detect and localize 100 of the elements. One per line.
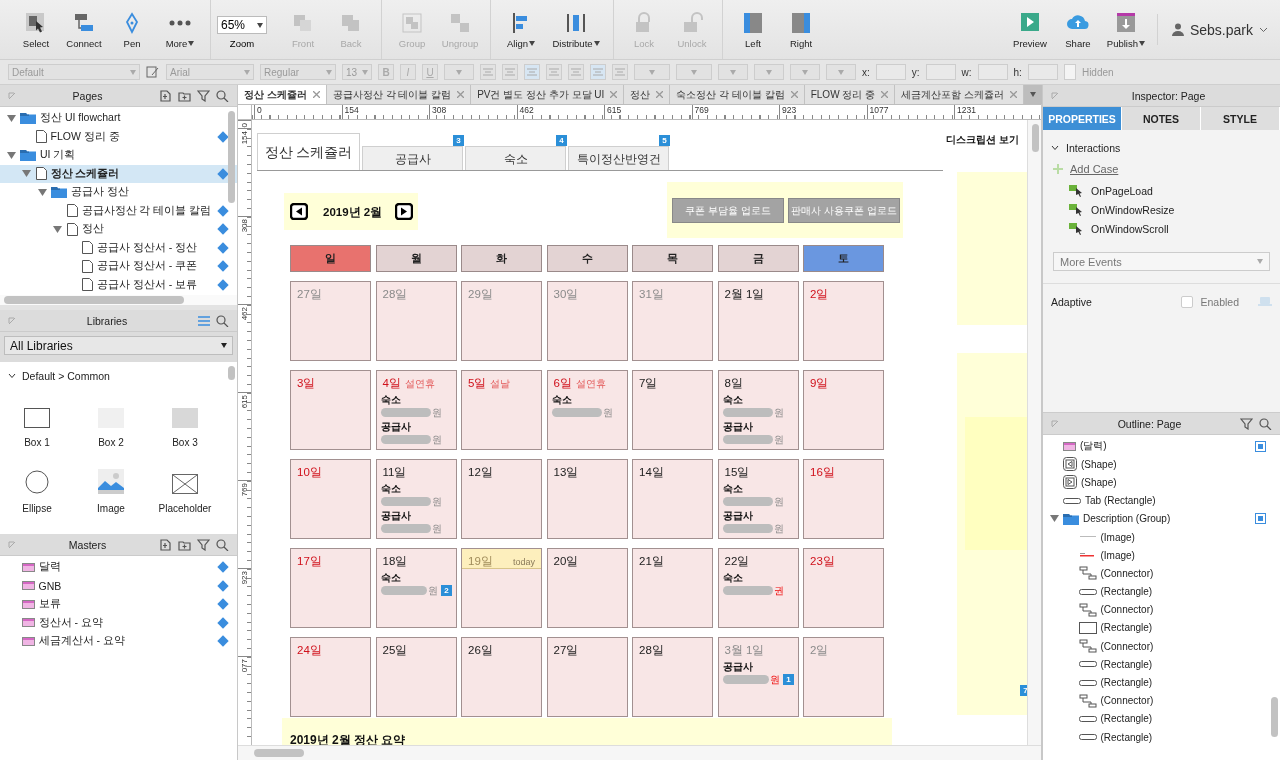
coordinate-field[interactable] [1027, 64, 1058, 80]
user-menu[interactable]: Sebs.park [1156, 14, 1274, 45]
preview-tool[interactable]: Preview [1007, 0, 1052, 59]
page-tree-item[interactable]: 공급사정산 각 테이블 칼럼 [0, 201, 237, 220]
align-middle-button[interactable] [590, 64, 606, 80]
add-page-icon[interactable] [159, 89, 172, 102]
expanded-arrow-icon[interactable] [6, 150, 16, 160]
align-center-button[interactable] [524, 64, 540, 80]
connect-tool[interactable]: Connect [62, 0, 106, 59]
outline-item[interactable]: (Connector) [1043, 564, 1280, 583]
line-color-button[interactable] [718, 64, 748, 80]
filter-icon[interactable] [197, 538, 210, 551]
inspector-tab[interactable]: STYLE [1201, 107, 1280, 130]
master-item[interactable]: 세금계산서 - 요약 [0, 632, 237, 651]
calendar-day[interactable]: 24일 [290, 637, 371, 717]
page-tree-item[interactable]: 공급사 정산서 - 정산 [0, 238, 237, 257]
outline-item[interactable]: (Connector) [1043, 637, 1280, 656]
page-tree-item[interactable]: UI 기획 [0, 146, 237, 165]
outline-item[interactable]: Tab (Rectangle) [1043, 491, 1280, 510]
calendar-day[interactable]: 9일 [803, 370, 884, 450]
left-tool[interactable]: Left [731, 0, 775, 59]
calendar-day[interactable]: 20일 [546, 548, 628, 628]
calendar-day[interactable]: 7일 [632, 370, 713, 450]
event-item[interactable]: OnWindowScroll [1051, 219, 1272, 238]
expanded-arrow-icon[interactable] [37, 187, 47, 197]
calendar-day[interactable]: 2월 1일 [717, 281, 799, 361]
calendar-day[interactable]: 19일 today [461, 548, 542, 628]
library-widget[interactable]: Ellipse [0, 462, 74, 514]
zoom-select[interactable]: 65% [217, 16, 267, 34]
menu-icon[interactable] [198, 315, 210, 326]
page-tree-item[interactable]: 정산 UI flowchart [0, 109, 237, 128]
scrollbar[interactable] [1032, 124, 1039, 152]
select-tool[interactable]: Select [14, 0, 58, 59]
filter-icon[interactable] [1240, 417, 1253, 430]
close-icon[interactable] [881, 91, 889, 98]
coordinate-field[interactable] [977, 64, 1008, 80]
calendar-day[interactable]: 12일 [461, 459, 542, 539]
close-icon[interactable] [312, 91, 320, 98]
document-tab[interactable]: PV건 별도 정산 추가 모달 UI [471, 85, 625, 104]
search-icon[interactable] [216, 538, 229, 551]
more-tool[interactable]: More [158, 0, 202, 59]
master-item[interactable]: 보류 [0, 595, 237, 614]
shadow-button[interactable] [676, 64, 712, 80]
expanded-arrow-icon[interactable] [6, 113, 16, 123]
more-events-select[interactable]: More Events [1053, 252, 1270, 271]
calendar-day[interactable]: 15일 숙소 원 공급사 원 [717, 459, 799, 539]
page-tree-item[interactable]: 정산 스케쥴러 [0, 164, 237, 183]
calendar-day[interactable]: 28일 [632, 637, 713, 717]
coordinate-field[interactable] [925, 64, 956, 80]
master-item[interactable]: 달력 [0, 558, 237, 577]
inspector-tab[interactable]: NOTES [1122, 107, 1201, 130]
outline-item[interactable]: (Connector) [1043, 600, 1280, 619]
library-widget[interactable]: Box 3 [148, 396, 222, 448]
calendar-day[interactable]: 4일 설연휴 숙소 원 공급사 원 [375, 370, 457, 450]
enabled-checkbox[interactable] [1181, 295, 1194, 308]
close-icon[interactable] [457, 91, 465, 98]
page-tree-item[interactable]: 공급사 정산서 - 보류 [0, 275, 237, 294]
close-icon[interactable] [790, 91, 798, 98]
align-bottom-button[interactable] [612, 64, 628, 80]
outline-item[interactable]: (Shape) [1043, 455, 1280, 474]
page-tab[interactable]: 숙소 [465, 146, 566, 171]
master-item[interactable]: GNB [0, 576, 237, 595]
calendar-day[interactable]: 26일 [461, 637, 542, 717]
arrow-style-button[interactable] [826, 64, 856, 80]
share-tool[interactable]: Share [1055, 0, 1100, 59]
document-tab[interactable]: 숙소정산 각 테이블 칼럼 [670, 85, 805, 104]
library-widget[interactable]: Box 2 [74, 396, 148, 448]
calendar-day[interactable]: 10일 [290, 459, 371, 539]
close-icon[interactable] [1009, 91, 1017, 98]
add-page-icon[interactable] [159, 538, 172, 551]
library-section[interactable]: Default > Common [0, 364, 237, 388]
document-tab[interactable]: 세금계산포함 스케쥴러 [895, 85, 1024, 104]
outline-item[interactable]: (Image) [1043, 546, 1280, 565]
expanded-arrow-icon[interactable] [1049, 514, 1059, 524]
outline-item[interactable]: (Shape) [1043, 473, 1280, 492]
next-icon[interactable] [395, 203, 413, 220]
list-button[interactable] [480, 64, 496, 80]
align-top-button[interactable] [568, 64, 584, 80]
outline-item[interactable]: (Rectangle) [1043, 655, 1280, 674]
library-widget[interactable]: Box 1 [0, 396, 74, 448]
close-icon[interactable] [656, 91, 664, 98]
calendar-day[interactable]: 8일 숙소 원 공급사 원 [717, 370, 799, 450]
outline-item[interactable]: (Rectangle) [1043, 618, 1280, 638]
scrollbar[interactable] [254, 749, 304, 757]
search-icon[interactable] [1259, 417, 1272, 430]
right-tool[interactable]: Right [779, 0, 823, 59]
document-tab[interactable]: FLOW 정리 중 [804, 85, 896, 104]
text-color-button[interactable] [444, 64, 474, 80]
calendar-day[interactable]: 3일 [290, 370, 371, 450]
coordinate-field[interactable] [875, 64, 906, 80]
page-tree-item[interactable]: 정산 [0, 220, 237, 239]
outline-item[interactable]: (Connector) [1043, 691, 1280, 710]
add-folder-icon[interactable] [178, 89, 191, 102]
description-toggle[interactable]: 디스크립션 보기 [946, 133, 1019, 147]
line-style-button[interactable] [790, 64, 820, 80]
align-right-button[interactable] [546, 64, 562, 80]
expanded-arrow-icon[interactable] [22, 169, 31, 179]
page-tab[interactable]: 특이정산반영건 [568, 146, 669, 171]
close-icon[interactable] [610, 91, 618, 98]
section-toggle[interactable]: Interactions [1051, 138, 1272, 157]
